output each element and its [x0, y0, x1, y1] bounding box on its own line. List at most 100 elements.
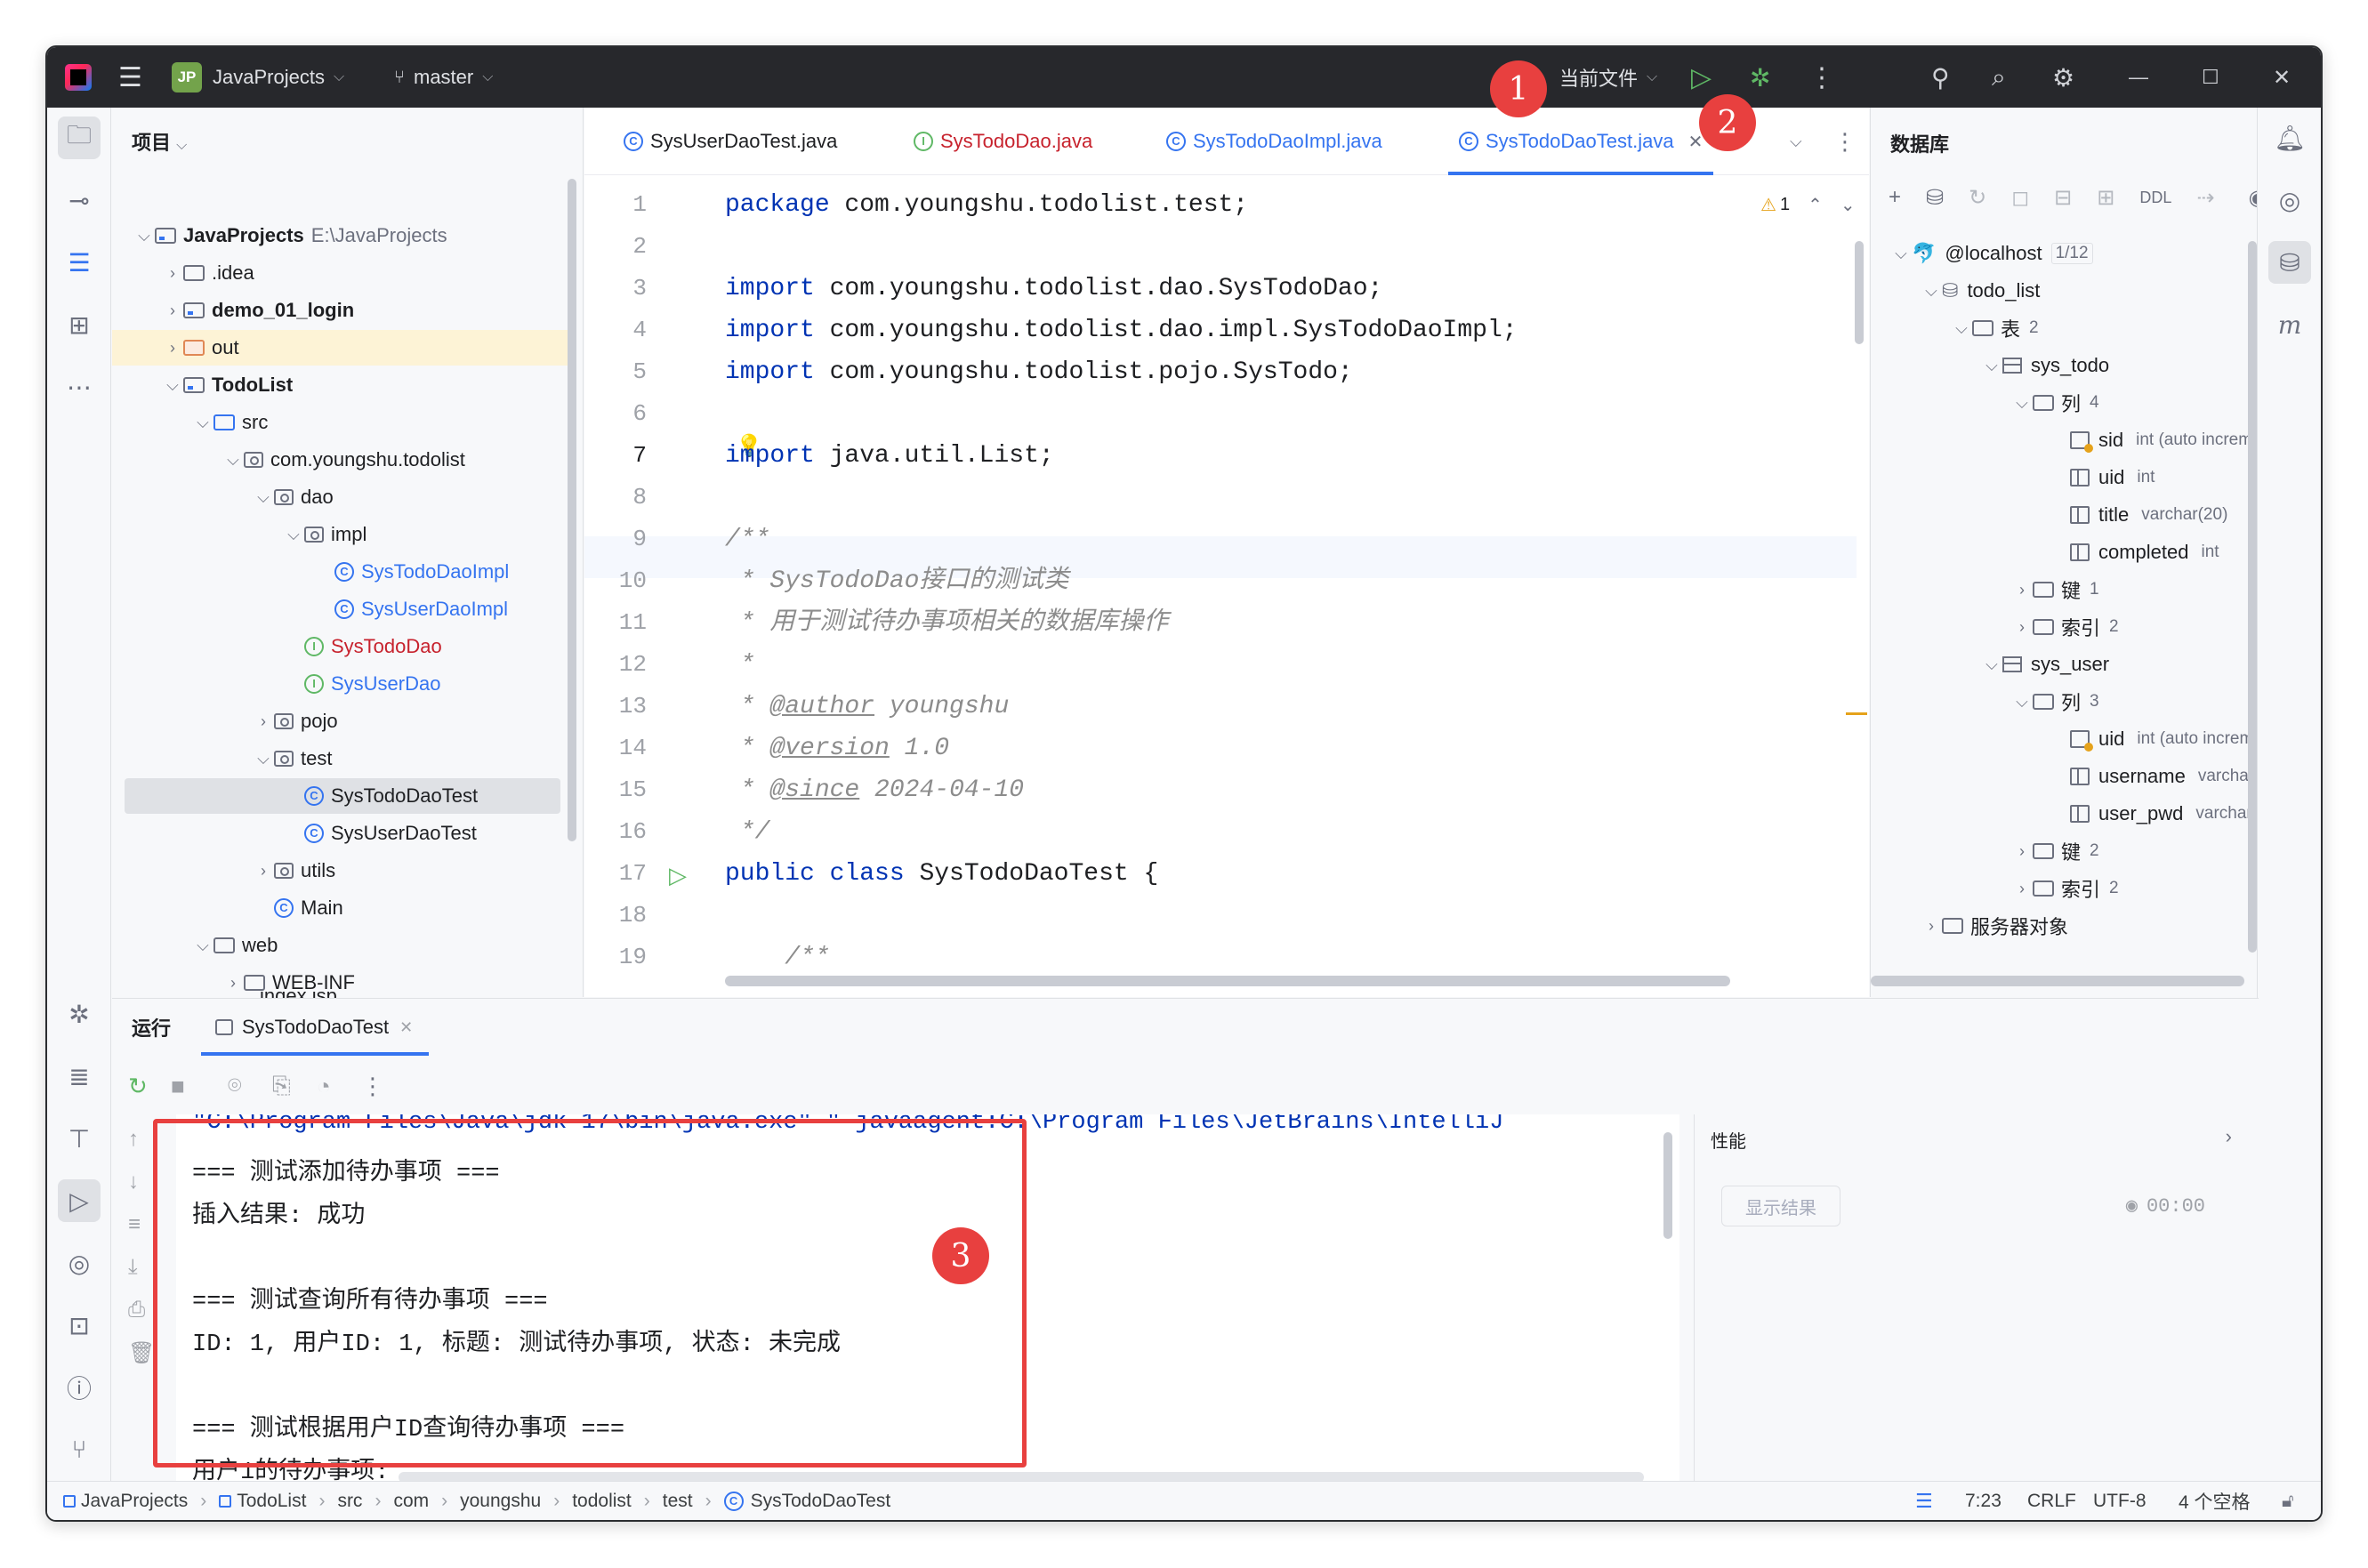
- database-icon[interactable]: ⛁: [2268, 241, 2311, 284]
- database-scrollbar[interactable]: [2248, 241, 2257, 953]
- tree-item-systododaotest[interactable]: C SysTodoDaoTest: [125, 778, 560, 814]
- breadcrumb-item[interactable]: test: [663, 1491, 693, 1512]
- chevron-down-icon[interactable]: ⌄: [1840, 194, 1856, 216]
- db-schema[interactable]: ⌵ ⛁ todo_list: [1921, 273, 2040, 309]
- tree-item-dao[interactable]: ⌵ dao: [253, 479, 334, 515]
- more-vertical-icon[interactable]: ⋮: [1808, 47, 1835, 108]
- ai-assistant-icon[interactable]: ◎: [2268, 179, 2311, 221]
- tree-item-pojo[interactable]: › pojo: [253, 704, 338, 739]
- project-panel-title[interactable]: 项目 ⌵: [132, 127, 187, 156]
- tab-systododaoimpl[interactable]: C SysTodoDaoImpl.java: [1166, 108, 1382, 175]
- tree-item-idea[interactable]: › .idea: [162, 255, 254, 291]
- rerun-icon[interactable]: ↻: [128, 1059, 148, 1113]
- tree-item-main[interactable]: C Main: [274, 890, 343, 926]
- tree-item-package[interactable]: ⌵ com.youngshu.todolist: [222, 442, 465, 478]
- scroll-down-icon[interactable]: ↓: [128, 1170, 139, 1194]
- minimize-icon[interactable]: —: [2129, 47, 2148, 108]
- tab-sysuserdaotest[interactable]: C SysUserDaoTest.java: [624, 108, 837, 175]
- lock-icon[interactable]: 🔓︎: [2282, 1482, 2294, 1520]
- git-icon[interactable]: ⑂: [58, 1428, 101, 1471]
- tree-item-test[interactable]: ⌵ test: [253, 741, 332, 776]
- notifications-icon[interactable]: 🔔︎: [2268, 117, 2311, 159]
- datasource-properties-icon[interactable]: ⛁: [1926, 185, 1944, 211]
- console-vertical-scrollbar[interactable]: [1663, 1132, 1672, 1239]
- speed-icon[interactable]: ◔: [317, 1059, 331, 1113]
- tab-systododaotest[interactable]: C SysTodoDaoTest.java ✕: [1447, 108, 1714, 175]
- tree-item-src[interactable]: ⌵ src: [192, 405, 268, 440]
- breadcrumb-item[interactable]: com: [393, 1491, 429, 1512]
- warning-stripe-marker[interactable]: [1846, 712, 1867, 715]
- db-table-sys-todo[interactable]: ⌵ sys_todo: [1981, 348, 2109, 383]
- chevron-up-icon[interactable]: ⌃: [1808, 194, 1823, 216]
- settings-icon[interactable]: ⚙: [2052, 47, 2074, 108]
- tree-item-sysuserdaoimpl[interactable]: C SysUserDaoImpl: [334, 591, 508, 627]
- breadcrumb-item[interactable]: SysTodoDaoTest: [751, 1491, 891, 1512]
- build-icon[interactable]: ⊤: [58, 1117, 101, 1160]
- print-icon[interactable]: ⎙: [128, 1298, 145, 1323]
- close-icon[interactable]: ✕: [399, 1018, 413, 1037]
- add-icon[interactable]: +: [1889, 185, 1901, 210]
- breadcrumb-item[interactable]: TodoList: [237, 1491, 306, 1512]
- debug-icon[interactable]: ✲: [58, 993, 101, 1035]
- add-user-icon[interactable]: ⚲: [1931, 47, 1950, 108]
- ddl-button[interactable]: DDL: [2139, 189, 2171, 207]
- show-results-button[interactable]: 显示结果: [1721, 1186, 1840, 1226]
- db-indexes-folder[interactable]: › 索引 2: [2011, 871, 2119, 906]
- tree-item-web[interactable]: ⌵ web: [192, 928, 278, 963]
- run-icon[interactable]: ▷: [58, 1179, 101, 1222]
- caret-position[interactable]: 7:23: [1965, 1482, 2002, 1520]
- console-icon[interactable]: ⊟: [2054, 185, 2072, 211]
- maven-icon[interactable]: m: [2268, 303, 2311, 346]
- editor-vertical-scrollbar[interactable]: [1855, 241, 1864, 344]
- terminal-icon[interactable]: ⊡: [58, 1304, 101, 1347]
- database-icon[interactable]: ≣: [58, 1055, 101, 1098]
- branch-switcher[interactable]: ⑂ master ⌵: [394, 47, 493, 108]
- db-column[interactable]: completed int: [2070, 535, 2219, 570]
- debug-icon[interactable]: ✲: [1750, 47, 1770, 108]
- close-icon[interactable]: ✕: [2273, 47, 2291, 108]
- tree-item-impl[interactable]: ⌵ impl: [283, 517, 366, 552]
- db-indexes-folder[interactable]: › 索引 2: [2011, 609, 2119, 645]
- editor-horizontal-scrollbar[interactable]: [725, 976, 1730, 986]
- jump-icon[interactable]: ⇢: [2196, 185, 2214, 211]
- tree-item-systododaoimpl[interactable]: C SysTodoDaoImpl: [334, 554, 509, 590]
- plugins-icon[interactable]: ⊞: [58, 303, 101, 346]
- chevron-right-icon[interactable]: ›: [2226, 1125, 2232, 1148]
- run-config-selector[interactable]: 当前文件 ⌵: [1559, 47, 1657, 108]
- db-columns-folder[interactable]: ⌵ 列 3: [2011, 684, 2098, 720]
- tab-list-chevron-icon[interactable]: ⌵: [1790, 108, 1802, 175]
- line-separator[interactable]: CRLF: [2027, 1482, 2076, 1520]
- run-gutter-icon[interactable]: ▷: [669, 862, 687, 889]
- commit-icon[interactable]: ⊸: [58, 179, 101, 221]
- scroll-up-icon[interactable]: ↑: [128, 1127, 139, 1152]
- indent-setting[interactable]: 4 个空格: [2179, 1482, 2251, 1520]
- structure-icon[interactable]: ☰: [58, 241, 101, 284]
- more-vertical-icon[interactable]: ⋮: [1833, 108, 1857, 175]
- breadcrumb-item[interactable]: youngshu: [460, 1491, 541, 1512]
- stop-icon[interactable]: ◻: [2011, 185, 2029, 211]
- jetbrains-logo-icon[interactable]: [65, 47, 92, 108]
- db-host[interactable]: ⌵ 🐬 @localhost 1/12: [1890, 236, 2093, 271]
- services-icon[interactable]: ◎: [58, 1242, 101, 1284]
- more-vertical-icon[interactable]: ⋮: [361, 1059, 384, 1113]
- export-icon[interactable]: ⎘: [272, 1059, 291, 1113]
- breadcrumb-item[interactable]: todolist: [572, 1491, 632, 1512]
- scroll-to-end-icon[interactable]: ⤓: [128, 1255, 138, 1280]
- stop-icon[interactable]: ■: [171, 1059, 185, 1113]
- db-server-objects[interactable]: › 服务器对象: [1921, 908, 2068, 944]
- run-icon[interactable]: ▷: [1691, 47, 1712, 108]
- inspection-widget[interactable]: ⚠ 1 ⌃ ⌄: [1760, 184, 1856, 226]
- table-view-icon[interactable]: ⊞: [2097, 185, 2114, 211]
- hamburger-menu-icon[interactable]: ☰: [118, 47, 142, 108]
- tree-item-root[interactable]: ⌵ JavaProjects E:\JavaProjects: [133, 218, 447, 253]
- more-icon[interactable]: ⋯: [58, 366, 101, 408]
- soft-wrap-icon[interactable]: ≡: [128, 1212, 141, 1237]
- breadcrumb-item[interactable]: src: [337, 1491, 362, 1512]
- db-keys-folder[interactable]: › 键 2: [2011, 833, 2099, 869]
- file-encoding[interactable]: UTF-8: [2093, 1482, 2147, 1520]
- db-table-sys-user[interactable]: ⌵ sys_user: [1981, 647, 2109, 682]
- tree-item-demo-login[interactable]: › demo_01_login: [162, 293, 354, 328]
- problems-icon[interactable]: ⓘ: [58, 1366, 101, 1409]
- search-icon[interactable]: ⌕: [1992, 47, 2006, 108]
- camera-icon[interactable]: ⌾: [228, 1059, 242, 1113]
